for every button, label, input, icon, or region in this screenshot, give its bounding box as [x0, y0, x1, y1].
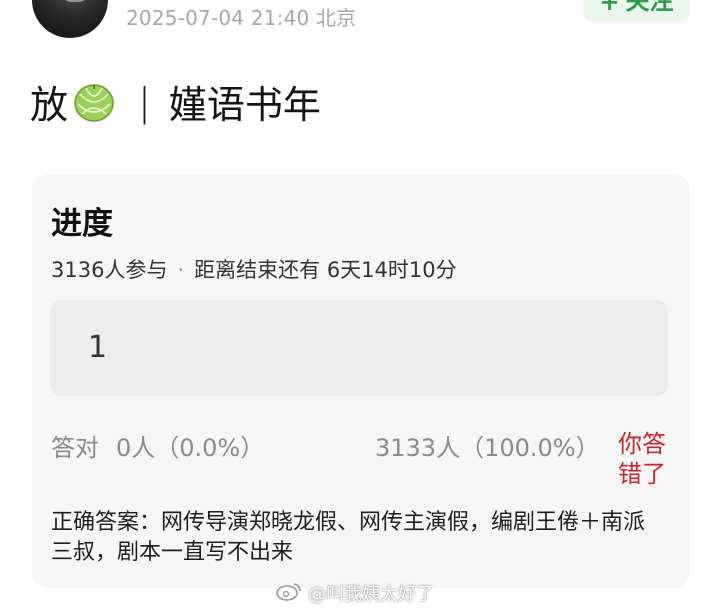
follow-label: 关注 [625, 0, 674, 15]
stats-separator: · [177, 258, 185, 282]
correct-label: 答对 [51, 434, 99, 462]
correct-count: 0人（0.0%） [116, 434, 265, 462]
plus-icon: + [599, 0, 620, 16]
watermark-text: @叫我姨太好了 [308, 584, 434, 605]
title-prefix: 放 [30, 83, 69, 127]
wrong-answer-label: 你答错了 [618, 430, 666, 488]
title-separator: | [138, 79, 151, 124]
follow-button[interactable]: + 关注 [583, 0, 690, 22]
poll-stats: 3136人参与 · 距离结束还有 6天14时10分 [51, 254, 457, 284]
time-remaining: 距离结束还有 6天14时10分 [194, 258, 457, 282]
poll-card: 进度 3136人参与 · 距离结束还有 6天14时10分 1 答对 0人（0.0%）… [32, 174, 690, 588]
melon-icon [72, 80, 116, 124]
post-title: 放 | 嫤语书年 [30, 74, 321, 129]
participant-count: 3136人参与 [51, 258, 168, 282]
poll-heading: 进度 [51, 206, 113, 242]
post-meta: 2025-07-04 21:40 北京 [126, 6, 357, 30]
avatar[interactable] [32, 0, 108, 38]
watermark: @叫我姨太好了 [276, 580, 434, 606]
correct-answer-text: 正确答案：网传导演郑晓龙假、网传主演假，编剧王倦＋南派三叔，剧本一直写不出来 [51, 510, 646, 565]
submitted-answer-box: 1 [50, 300, 668, 396]
weibo-icon [276, 581, 302, 606]
wrong-count: 3133人（100.0%） [375, 434, 600, 462]
title-suffix: 嫤语书年 [168, 83, 321, 127]
submitted-answer: 1 [88, 330, 108, 365]
